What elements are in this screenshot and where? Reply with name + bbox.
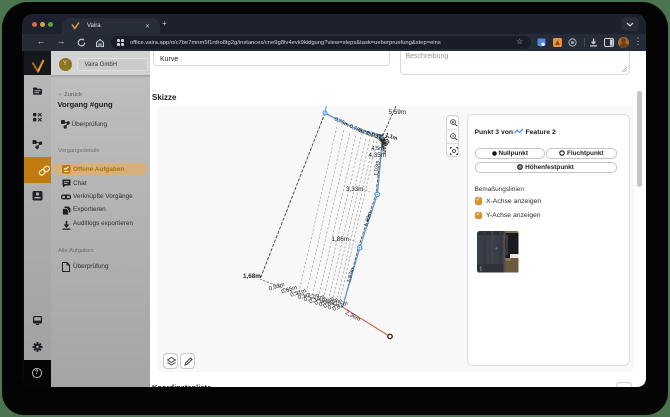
svg-text:4,35m: 4,35m — [368, 152, 386, 159]
svg-text:2,36m: 2,36m — [344, 310, 361, 323]
svg-text:1,68m: 1,68m — [243, 273, 261, 280]
svg-text:1,87m: 1,87m — [346, 267, 356, 284]
svg-text:1: 1 — [480, 267, 483, 273]
svg-text:5,59m: 5,59m — [388, 109, 406, 116]
svg-text:1,86m: 1,86m — [331, 236, 349, 243]
svg-text:0,75m: 0,75m — [333, 116, 350, 128]
svg-text:1,48m: 1,48m — [363, 211, 374, 228]
svg-text:3,33m: 3,33m — [346, 186, 364, 193]
svg-text:1,03m: 1,03m — [373, 160, 381, 176]
